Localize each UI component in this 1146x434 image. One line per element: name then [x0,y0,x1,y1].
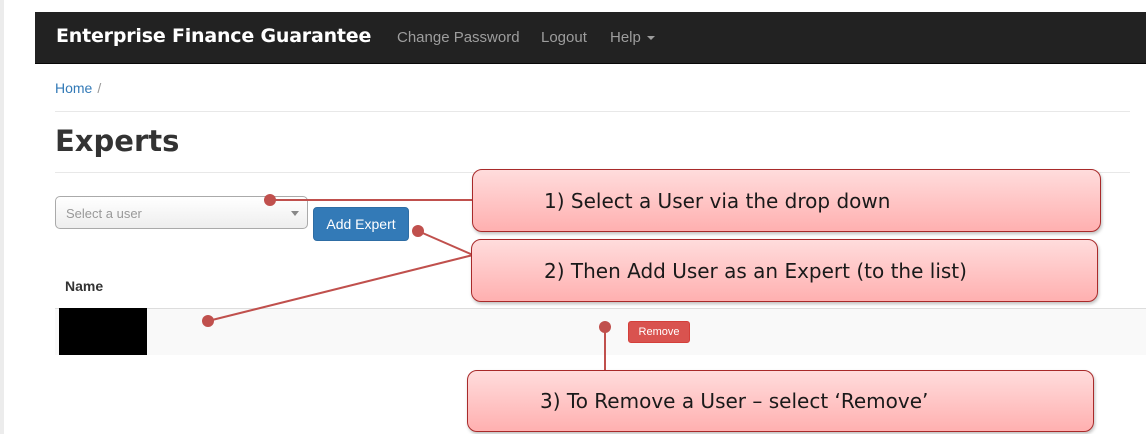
callout-step-3: 3) To Remove a User – select ‘Remove’ [467,370,1094,432]
connector-line-2a [417,230,474,256]
connector-dot [412,225,424,237]
connector-line-2b [207,254,474,322]
callout-step-2: 2) Then Add User as an Expert (to the li… [471,239,1098,302]
connector-dot [599,321,611,333]
connector-dot [202,315,214,327]
callout-step-1: 1) Select a User via the drop down [472,169,1101,232]
connector-dot [264,194,276,206]
